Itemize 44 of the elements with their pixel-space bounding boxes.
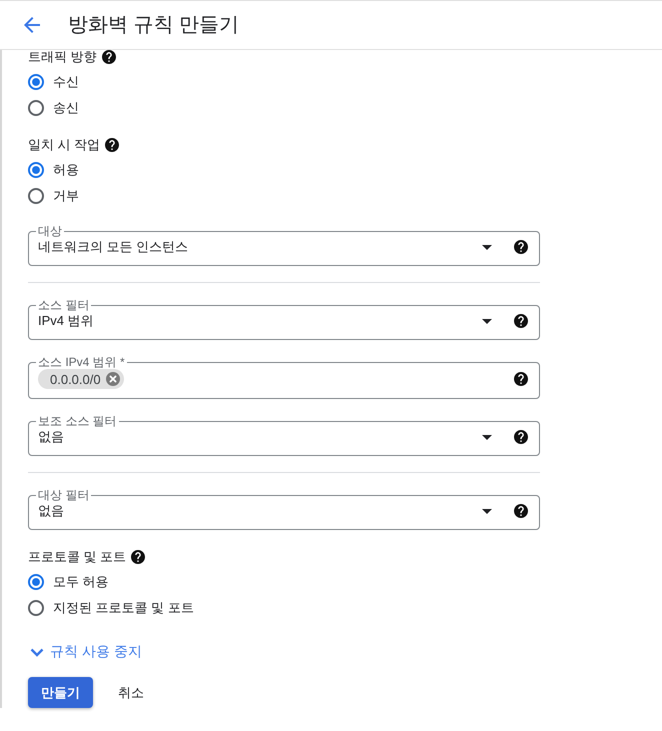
expand-toggle[interactable]: 규칙 사용 중지: [30, 642, 142, 662]
field-label: 소스 필터: [37, 298, 90, 312]
chip-input-field[interactable]: 소스 IPv4 범위 * 0.0.0.0/0: [28, 355, 540, 399]
help-icon[interactable]: [131, 550, 146, 564]
group-label: 트래픽 방향: [28, 50, 97, 64]
radio-option[interactable]: 지정된 프로토콜 및 포트: [28, 595, 194, 621]
radio-button[interactable]: [28, 74, 44, 90]
flat-button[interactable]: 취소: [106, 677, 156, 708]
radio-option[interactable]: 송신: [28, 95, 79, 121]
page-title: 방화벽 규칙 만들기: [68, 13, 240, 37]
radio-button[interactable]: [28, 188, 44, 204]
radio-option[interactable]: 모두 허용: [28, 569, 109, 595]
radio-button[interactable]: [28, 162, 44, 178]
dropdown-caret-icon: [482, 434, 492, 440]
select-field[interactable]: 소스 필터 IPv4 범위: [28, 298, 540, 340]
help-icon[interactable]: [514, 372, 528, 386]
radio-option[interactable]: 거부: [28, 183, 79, 209]
radio-button[interactable]: [28, 600, 44, 616]
dropdown-caret-icon: [482, 244, 492, 250]
radio-option[interactable]: 허용: [28, 157, 79, 183]
help-icon[interactable]: [102, 50, 116, 64]
select-field[interactable]: 대상 필터 없음: [28, 488, 540, 530]
field-label: 대상 필터: [37, 488, 90, 502]
help-icon[interactable]: [514, 504, 528, 518]
dropdown-caret-icon: [482, 508, 492, 514]
select-field[interactable]: 대상 네트워크의 모든 인스턴스: [28, 224, 540, 266]
help-icon[interactable]: [514, 240, 528, 254]
help-icon[interactable]: [514, 430, 528, 444]
radio-button[interactable]: [28, 100, 44, 116]
group-label: 프로토콜 및 포트: [28, 550, 126, 564]
dropdown-caret-icon: [482, 318, 492, 324]
field-label: 보조 소스 필터: [37, 414, 118, 428]
primary-button[interactable]: 만들기: [28, 677, 93, 708]
field-label: 소스 IPv4 범위 *: [37, 355, 126, 369]
radio-option[interactable]: 수신: [28, 69, 79, 95]
group-label: 일치 시 작업: [28, 138, 100, 152]
back-arrow-icon[interactable]: [24, 17, 40, 33]
help-icon[interactable]: [514, 314, 528, 328]
help-icon[interactable]: [105, 138, 120, 152]
remove-icon[interactable]: [106, 372, 120, 386]
select-field[interactable]: 보조 소스 필터 없음: [28, 414, 540, 456]
radio-button[interactable]: [28, 574, 44, 590]
value-chip[interactable]: 0.0.0.0/0: [38, 369, 124, 389]
field-label: 대상: [37, 224, 63, 238]
